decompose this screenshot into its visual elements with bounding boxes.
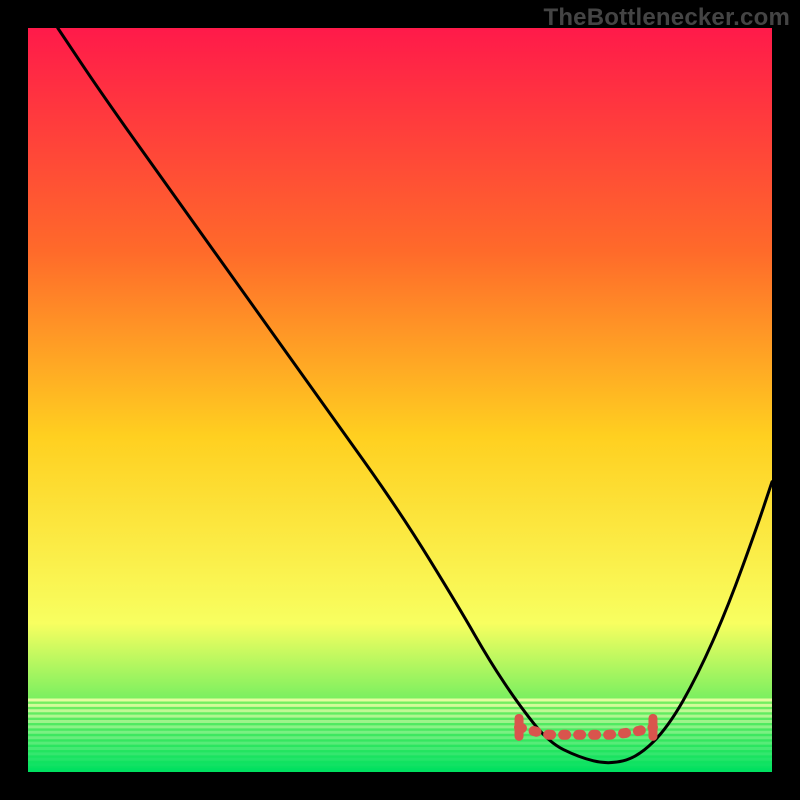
- chart-container: TheBottlenecker.com: [0, 0, 800, 800]
- chart-svg: [28, 28, 772, 772]
- watermark-text: TheBottlenecker.com: [543, 4, 790, 32]
- plot-area: [28, 28, 772, 772]
- gradient-background: [28, 28, 772, 772]
